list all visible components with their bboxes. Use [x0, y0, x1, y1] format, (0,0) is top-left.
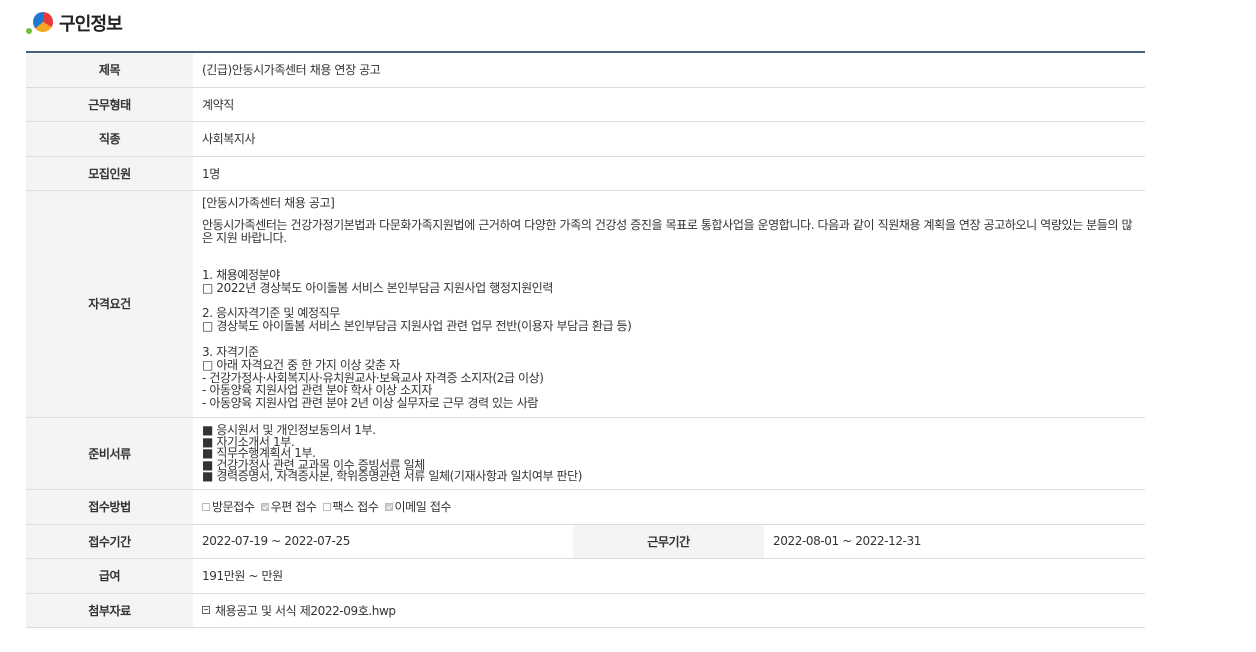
workperiod-value: 2022-08-01 ~ 2022-12-31 — [764, 524, 1146, 559]
title-value: (긴급)안동시가족센터 채용 연장 공고 — [193, 52, 1146, 88]
row-jobtype: 직종 사회복지사 — [26, 121, 1146, 157]
salary-label: 급여 — [26, 558, 193, 594]
workperiod-label: 근무기간 — [573, 524, 764, 559]
method-label: 접수방법 — [26, 489, 193, 525]
documents-label: 준비서류 — [26, 417, 193, 490]
row-headcount: 모집인원 1명 — [26, 156, 1146, 191]
job-info-table: 제목 (긴급)안동시가족센터 채용 연장 공고 근무형태 계약직 직종 사회복지… — [26, 51, 1146, 628]
title-label: 제목 — [26, 52, 193, 88]
row-qualification: 자격요건 [안동시가족센터 채용 공고] 안동시가족센터는 건강가정기본법과 다… — [26, 190, 1146, 419]
method-fax-label: 팩스 접수 — [332, 500, 379, 515]
documents-value: ■ 응시원서 및 개인정보동의서 1부. ■ 자기소개서 1부. ■ 직무수행계… — [193, 417, 1146, 490]
method-email: 이메일 접수 — [384, 498, 452, 515]
qual-line: - 아동양육 지원사업 관련 분야 2년 이상 실무자로 근무 경력 있는 사람 — [202, 396, 539, 411]
method-mail-label: 우편 접수 — [270, 500, 317, 515]
file-icon — [202, 606, 210, 615]
row-worktype: 근무형태 계약직 — [26, 87, 1146, 122]
row-title: 제목 (긴급)안동시가족센터 채용 연장 공고 — [26, 52, 1146, 88]
method-fax: 팩스 접수 — [322, 498, 379, 515]
method-visit-label: 방문접수 — [212, 500, 255, 515]
row-method: 접수방법 방문접수 우편 접수 팩스 접수 이메일 접수 — [26, 489, 1146, 525]
method-mail: 우편 접수 — [260, 498, 317, 515]
headcount-label: 모집인원 — [26, 156, 193, 191]
doc-line: ■ 경력증명서, 자격증사본, 학위증명관련 서류 일체(기재사항과 일치여부 … — [202, 469, 583, 484]
row-period: 접수기간 2022-07-19 ~ 2022-07-25 근무기간 2022-0… — [26, 524, 1146, 559]
qual-line: □ 경상북도 아이돌봄 서비스 본인부담금 지원사업 관련 업무 전반(이용자 … — [202, 319, 632, 334]
period-label: 접수기간 — [26, 524, 193, 559]
page-header: 구인정보 — [26, 9, 123, 37]
jobtype-value: 사회복지사 — [193, 121, 1146, 157]
qual-line: □ 2022년 경상북도 아이돌봄 서비스 본인부담금 지원사업 행정지원인력 — [202, 280, 554, 295]
qual-line: [안동시가족센터 채용 공고] — [202, 195, 335, 210]
checkbox-mail — [260, 502, 269, 511]
checkbox-fax — [322, 502, 331, 511]
qualification-value: [안동시가족센터 채용 공고] 안동시가족센터는 건강가정기본법과 다문화가족지… — [193, 190, 1146, 419]
attachment-filename: 채용공고 및 서식 제2022-09호.hwp — [215, 603, 396, 618]
method-value: 방문접수 우편 접수 팩스 접수 이메일 접수 — [193, 489, 1146, 525]
qual-line: 1. 채용예정분야 — [202, 267, 280, 282]
checkbox-visit — [202, 502, 210, 511]
qual-line: □ 아래 자격요건 중 한 가지 이상 갖춘 자 — [202, 357, 400, 372]
salary-value: 191만원 ~ 만원 — [193, 558, 1146, 594]
doc-line: ■ 응시원서 및 개인정보동의서 1부. — [202, 423, 376, 438]
worktype-value: 계약직 — [193, 87, 1146, 122]
qual-line: 안동시가족센터는 건강가정기본법과 다문화가족지원법에 근거하여 다양한 가족의… — [202, 218, 1133, 246]
attachment-value: 채용공고 및 서식 제2022-09호.hwp — [193, 593, 1146, 628]
row-attachment: 첨부자료 채용공고 및 서식 제2022-09호.hwp — [26, 593, 1146, 628]
doc-line: ■ 자기소개서 1부. — [202, 434, 295, 449]
row-salary: 급여 191만원 ~ 만원 — [26, 558, 1146, 594]
method-email-label: 이메일 접수 — [394, 500, 452, 515]
checkbox-email — [384, 502, 393, 511]
jobtype-label: 직종 — [26, 121, 193, 157]
period-value: 2022-07-19 ~ 2022-07-25 — [193, 524, 573, 559]
page-title: 구인정보 — [59, 14, 123, 35]
qualification-label: 자격요건 — [26, 190, 193, 419]
row-documents: 준비서류 ■ 응시원서 및 개인정보동의서 1부. ■ 자기소개서 1부. ■ … — [26, 417, 1146, 490]
headcount-value: 1명 — [193, 156, 1146, 191]
attachment-link[interactable]: 채용공고 및 서식 제2022-09호.hwp — [202, 602, 396, 619]
qual-line: 3. 자격기준 — [202, 345, 259, 360]
method-visit: 방문접수 — [202, 498, 255, 515]
logo-icon — [26, 9, 56, 37]
worktype-label: 근무형태 — [26, 87, 193, 122]
attachment-label: 첨부자료 — [26, 593, 193, 628]
